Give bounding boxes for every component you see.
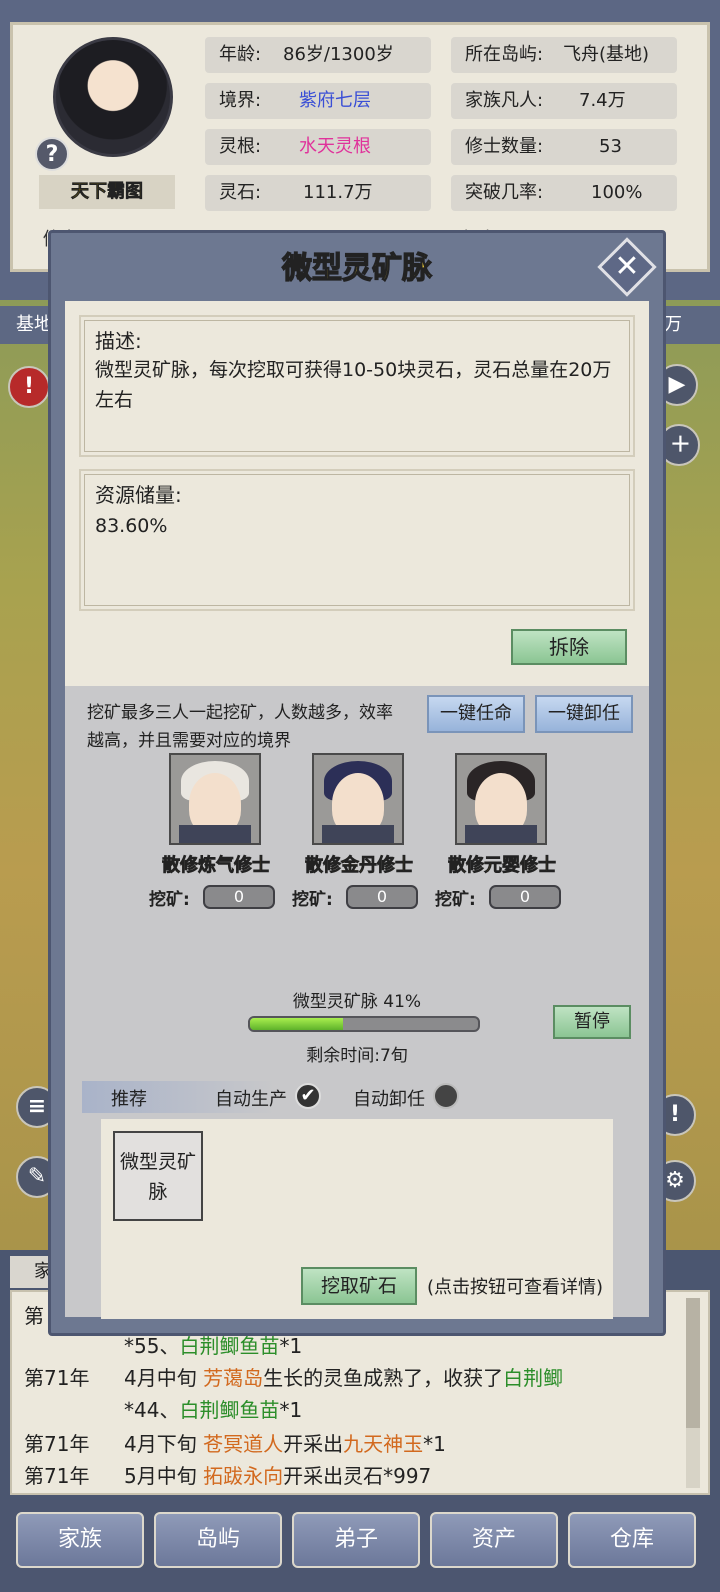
- log-entry: 4月下旬 苍冥道人开采出九天神玉*1: [124, 1428, 446, 1457]
- reserve-label: 资源储量:: [95, 483, 182, 507]
- log-year: 第71年: [24, 1366, 90, 1390]
- island-stat: 所在岛屿: 飞舟(基地): [451, 37, 677, 73]
- log-entry-part: 苍冥道人: [203, 1432, 284, 1456]
- mining-value-field[interactable]: 0: [346, 885, 418, 909]
- nav-disciples-button[interactable]: 弟子: [292, 1512, 420, 1568]
- auto-produce-checkbox[interactable]: ✔: [295, 1083, 321, 1109]
- log-entry-part: 白荆鲫鱼苗: [179, 1334, 280, 1358]
- description-label: 描述:: [95, 329, 142, 353]
- recommend-tab[interactable]: 推荐: [111, 1085, 147, 1111]
- mining-value-field[interactable]: 0: [203, 885, 275, 909]
- spirit-root-stat: 灵根: 水天灵根: [205, 129, 431, 165]
- miner-robe: [465, 825, 537, 843]
- miner-name: 散修金丹修士: [305, 855, 414, 877]
- log-entry-part: 芳蔼岛: [203, 1366, 264, 1390]
- log-year: 第71年: [24, 1464, 90, 1488]
- mining-value-field[interactable]: 0: [489, 885, 561, 909]
- log-year: 第71年: [24, 1432, 90, 1456]
- progress-bar: [248, 1016, 480, 1032]
- mining-label: 挖矿:: [149, 890, 190, 910]
- nav-family-button[interactable]: 家族: [16, 1512, 144, 1568]
- dialog-body: 描述: 微型灵矿脉，每次挖取可获得10-50块灵石，灵石总量在20万左右 资源储…: [65, 301, 649, 1319]
- reserve-box: 资源储量: 83.60%: [79, 469, 635, 611]
- character-portrait[interactable]: [53, 37, 173, 157]
- log-entry-part: 白荆鲫鱼苗: [179, 1398, 280, 1422]
- log-entry-part: *55、: [124, 1334, 180, 1358]
- remaining-time: 剩余时间:7旬: [306, 1046, 408, 1066]
- reserve-value: 83.60%: [95, 515, 168, 537]
- age-stat: 年龄: 86岁/1300岁: [205, 37, 431, 73]
- mine-hint: (点击按钮可查看详情): [427, 1277, 604, 1298]
- cultivators-stat: 修士数量: 53: [451, 129, 677, 165]
- log-entry-part: 4月下旬: [124, 1432, 204, 1456]
- description-text: 微型灵矿脉，每次挖取可获得10-50块灵石，灵石总量在20万左右: [95, 359, 612, 411]
- title-badge[interactable]: 天下霸图: [39, 175, 175, 209]
- log-entry-part: 生长的灵鱼成熟了，收获了: [263, 1366, 504, 1390]
- miner-robe: [179, 825, 251, 843]
- miner-avatar[interactable]: [455, 753, 547, 845]
- progress-fill: [250, 1018, 344, 1030]
- mortals-stat: 家族凡人: 7.4万: [451, 83, 677, 119]
- nav-islands-button[interactable]: 岛屿: [154, 1512, 282, 1568]
- mining-label: 挖矿:: [292, 890, 333, 910]
- realm-stat: 境界: 紫府七层: [205, 83, 431, 119]
- log-entry-part: *1: [279, 1398, 303, 1422]
- appoint-all-button[interactable]: 一键任命: [427, 695, 525, 733]
- log-entry-part: 5月中旬: [124, 1464, 204, 1488]
- auto-dismiss-label: 自动卸任: [353, 1089, 425, 1110]
- pause-button[interactable]: 暂停: [553, 1005, 631, 1039]
- spirit-stones-stat: 灵石: 111.7万: [205, 175, 431, 211]
- miner-name: 散修炼气修士: [162, 855, 271, 877]
- base-tab[interactable]: 基地: [16, 306, 52, 344]
- mining-instructions: 挖矿最多三人一起挖矿，人数越多，效率越高，并且需要对应的境界: [87, 703, 393, 751]
- log-entry-part: 开采出灵石*997: [283, 1464, 432, 1488]
- breakthrough-stat: 突破几率: 100%: [451, 175, 677, 211]
- description-box: 描述: 微型灵矿脉，每次挖取可获得10-50块灵石，灵石总量在20万左右: [79, 315, 635, 457]
- log-year: 第: [24, 1304, 44, 1328]
- log-entry-part: *1: [279, 1334, 303, 1358]
- miner-name: 散修元婴修士: [448, 855, 557, 877]
- auto-produce-label: 自动生产: [215, 1089, 287, 1110]
- log-entry: *44、白荆鲫鱼苗*1: [124, 1394, 302, 1423]
- dialog-title: 微型灵矿脉: [281, 250, 432, 286]
- log-entry-part: 4月中旬: [124, 1366, 204, 1390]
- alert-icon[interactable]: !: [8, 366, 50, 408]
- auto-dismiss-checkbox[interactable]: [433, 1083, 459, 1109]
- miner-robe: [322, 825, 394, 843]
- mine-ore-button[interactable]: 挖取矿石: [301, 1267, 417, 1305]
- miner-avatar[interactable]: [169, 753, 261, 845]
- close-icon: ✕: [614, 249, 640, 284]
- log-entry-part: 开采出: [283, 1432, 344, 1456]
- log-entry: 5月中旬 拓跋永向开采出灵石*997: [124, 1460, 431, 1489]
- mine-detail-dialog: 微型灵矿脉 ✕ 描述: 微型灵矿脉，每次挖取可获得10-50块灵石，灵石总量在2…: [48, 230, 666, 1336]
- nav-warehouse-button[interactable]: 仓库: [568, 1512, 696, 1568]
- log-entry-part: 九天神玉: [343, 1432, 424, 1456]
- dismiss-all-button[interactable]: 一键卸任: [535, 695, 633, 733]
- miner-avatar[interactable]: [312, 753, 404, 845]
- log-entry: 4月中旬 芳蔼岛生长的灵鱼成熟了，收获了白荆鲫: [124, 1362, 563, 1391]
- log-entry-part: *44、: [124, 1398, 180, 1422]
- demolish-button[interactable]: 拆除: [511, 629, 627, 665]
- recommended-item[interactable]: 微型灵矿脉: [113, 1131, 203, 1221]
- log-scroll-thumb[interactable]: [686, 1298, 700, 1428]
- log-entry-part: 拓跋永向: [203, 1464, 284, 1488]
- log-entry-part: 白荆鲫: [503, 1366, 564, 1390]
- mining-label: 挖矿:: [435, 890, 476, 910]
- help-icon[interactable]: ?: [35, 137, 69, 171]
- log-entry-part: *1: [423, 1432, 446, 1456]
- tab-strip-right: 万: [664, 314, 682, 335]
- nav-assets-button[interactable]: 资产: [430, 1512, 558, 1568]
